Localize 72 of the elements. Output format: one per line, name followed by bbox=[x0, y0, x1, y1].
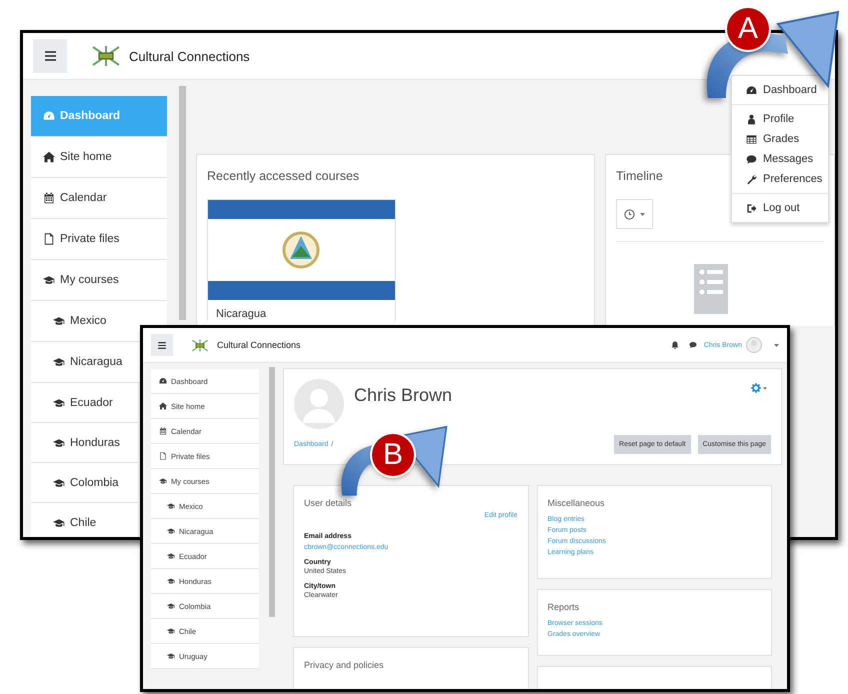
graduation-cap-icon bbox=[167, 602, 175, 610]
graduation-cap-icon bbox=[159, 477, 167, 485]
graduation-cap-icon bbox=[167, 627, 175, 635]
bell-icon[interactable] bbox=[670, 341, 679, 349]
logout-icon bbox=[746, 202, 757, 214]
menu-item[interactable]: Log out bbox=[732, 202, 828, 214]
sidebar-item[interactable]: Chile bbox=[31, 503, 138, 537]
menu-icon bbox=[44, 51, 56, 61]
callout-badge: A bbox=[727, 8, 769, 50]
graduation-cap-icon bbox=[167, 502, 175, 510]
graduation-cap-icon bbox=[167, 652, 175, 660]
graduation-cap-icon bbox=[167, 552, 175, 560]
sidebar-item[interactable]: Private files bbox=[31, 219, 167, 260]
course-tile[interactable]: Nicaragua bbox=[207, 199, 396, 321]
file-icon bbox=[43, 233, 55, 245]
graduation-cap-icon bbox=[167, 577, 175, 585]
menu-item[interactable]: Dashboard bbox=[732, 84, 828, 96]
graduation-cap-icon bbox=[53, 476, 65, 488]
sidebar-item[interactable]: Ecuador bbox=[31, 383, 138, 423]
speech-bubble-icon[interactable] bbox=[688, 341, 697, 349]
sort-dropdown[interactable] bbox=[616, 199, 653, 229]
caret-icon bbox=[763, 386, 767, 390]
calendar-icon bbox=[159, 427, 167, 435]
sidebar-item[interactable]: Mexico bbox=[31, 301, 167, 342]
caret-icon[interactable] bbox=[774, 344, 779, 346]
site-name[interactable]: Cultural Connections bbox=[129, 48, 250, 64]
graduation-cap-icon bbox=[43, 274, 55, 286]
gauge-icon bbox=[159, 377, 167, 385]
card-title: Timeline bbox=[616, 169, 663, 183]
sidebar-item[interactable]: Colombia bbox=[31, 463, 138, 503]
graduation-cap-icon bbox=[53, 315, 65, 327]
file-icon bbox=[159, 452, 167, 460]
home-icon bbox=[43, 151, 55, 163]
calendar-icon bbox=[43, 192, 55, 204]
sidebar-item[interactable]: Calendar bbox=[31, 178, 167, 219]
course-name[interactable]: Nicaragua bbox=[208, 300, 395, 321]
gauge-icon bbox=[746, 84, 757, 96]
site-name[interactable]: Cultural Connections bbox=[217, 340, 301, 350]
scrollbar[interactable] bbox=[178, 86, 186, 320]
card-title: Miscellaneous bbox=[548, 498, 606, 508]
sidebar-item[interactable]: Honduras bbox=[31, 423, 138, 463]
scrollbar[interactable] bbox=[269, 367, 275, 617]
graduation-cap-icon bbox=[53, 436, 65, 448]
sidebar-item[interactable]: My courses bbox=[31, 260, 167, 301]
wrench-icon bbox=[746, 174, 757, 184]
card-title: Recently accessed courses bbox=[207, 169, 360, 183]
menu-icon bbox=[158, 342, 166, 348]
menu-button[interactable] bbox=[151, 334, 173, 356]
menu-item[interactable]: Profile bbox=[732, 113, 828, 125]
sidebar-item[interactable]: Site home bbox=[31, 137, 167, 178]
menu-item[interactable]: Preferences bbox=[732, 173, 828, 185]
logo-icon bbox=[189, 338, 211, 352]
gauge-icon bbox=[43, 110, 55, 122]
graduation-cap-icon bbox=[53, 356, 65, 368]
menu-item[interactable]: Messages bbox=[732, 153, 828, 165]
home-icon bbox=[159, 402, 167, 410]
table-icon bbox=[746, 134, 757, 144]
speech-bubble-icon bbox=[746, 154, 757, 164]
card-title: Reports bbox=[548, 602, 580, 612]
clock-icon bbox=[624, 208, 635, 220]
card-title: Privacy and policies bbox=[304, 660, 385, 670]
settings-icon bbox=[751, 383, 761, 393]
graduation-cap-icon bbox=[53, 396, 65, 408]
user-icon bbox=[746, 114, 757, 124]
menu-item[interactable]: Grades bbox=[732, 133, 828, 145]
menu-button[interactable] bbox=[33, 39, 67, 73]
card-title: User details bbox=[304, 498, 353, 508]
caret-icon bbox=[640, 212, 645, 216]
profile-name: Chris Brown bbox=[354, 385, 452, 406]
graduation-cap-icon bbox=[53, 516, 65, 528]
graduation-cap-icon bbox=[167, 527, 175, 535]
list-icon bbox=[694, 264, 728, 314]
